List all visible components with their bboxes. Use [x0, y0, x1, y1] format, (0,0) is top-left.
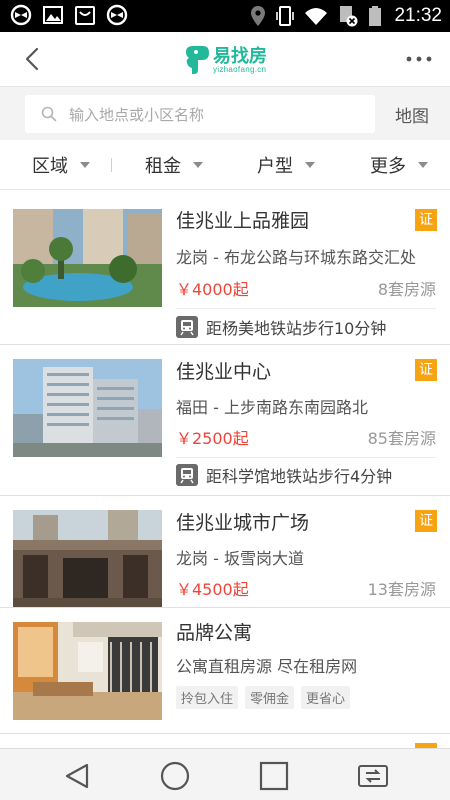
battery-icon — [369, 6, 382, 26]
vibrate-icon — [276, 6, 295, 26]
filter-area[interactable]: 区域 — [32, 152, 90, 178]
system-nav-bar — [0, 748, 450, 800]
dropdown-arrow-icon — [193, 162, 203, 168]
no-sim-icon — [340, 6, 358, 27]
status-bar-system: 21:32 — [250, 4, 442, 28]
promo-tag: 更省心 — [301, 686, 351, 709]
listing-price: ￥4000起 — [176, 280, 249, 299]
certified-badge: 证 — [415, 510, 437, 532]
listing-address: 福田 - 上步南路东南园路北 — [176, 398, 368, 417]
filter-bar: 区域 租金 户型 更多 — [0, 140, 450, 190]
filter-more[interactable]: 更多 — [370, 152, 428, 178]
back-button[interactable] — [18, 44, 48, 74]
logo-elephant-icon — [186, 46, 209, 74]
listing-address: 龙岗 - 布龙公路与环城东路交汇处 — [176, 248, 416, 267]
filter-separator — [111, 158, 112, 172]
listing-count: 13套房源 — [367, 580, 436, 599]
metro-train-icon — [176, 316, 198, 338]
listing-title: 佳兆业城市广场 — [176, 512, 310, 534]
metro-info: 距杨美地铁站步行10分钟 — [176, 315, 386, 339]
listing-title: 佳兆业中心 — [176, 361, 272, 383]
wifi-icon — [305, 8, 328, 25]
listing-card[interactable]: 佳兆业上品雅园 证 龙岗 - 布龙公路与环城东路交汇处 ￥4000起 8套房源 … — [0, 191, 450, 344]
search-icon — [41, 106, 57, 122]
filter-rent-label: 租金 — [145, 156, 181, 177]
app-header: 易找房 yizhaofang.cn — [0, 32, 450, 86]
metro-info: 距科学馆地铁站步行4分钟 — [176, 463, 392, 487]
promo-tag: 拎包入住 — [176, 686, 239, 709]
filter-layout-label: 户型 — [257, 156, 293, 177]
inner-divider — [176, 308, 436, 309]
sync-icon-2 — [106, 4, 128, 26]
listing-price: ￥4500起 — [176, 580, 249, 599]
shopping-bag-icon — [75, 6, 95, 25]
certified-badge: 证 — [415, 209, 437, 231]
filter-area-label: 区域 — [32, 156, 68, 177]
map-button[interactable]: 地图 — [395, 102, 429, 127]
promo-subtitle: 公寓直租房源 尽在租房网 — [176, 657, 358, 676]
image-icon — [43, 6, 63, 24]
status-bar-notifications — [10, 4, 128, 26]
dropdown-arrow-icon — [305, 162, 315, 168]
app-logo: 易找房 yizhaofang.cn — [183, 42, 273, 78]
certified-badge: 证 — [415, 359, 437, 381]
listing-title: 佳兆业上品雅园 — [176, 210, 310, 232]
card-divider — [0, 733, 450, 734]
promo-title: 品牌公寓 — [176, 622, 253, 644]
search-placeholder: 输入地点或小区名称 — [69, 106, 205, 124]
metro-text: 距杨美地铁站步行10分钟 — [206, 319, 387, 338]
nav-recents-icon[interactable] — [257, 759, 291, 793]
sync-icon — [10, 4, 32, 26]
inner-divider — [176, 457, 436, 458]
listing-photo — [13, 209, 162, 307]
status-bar: 21:32 — [0, 0, 450, 32]
listing-card[interactable]: 佳兆业中心 证 福田 - 上步南路东南园路北 ￥2500起 85套房源 距科学馆… — [0, 345, 450, 495]
listing-card[interactable]: 佳兆业城市广场 证 龙岗 - 坂雪岗大道 ￥4500起 13套房源 — [0, 496, 450, 608]
logo-subtext: yizhaofang.cn — [213, 65, 267, 74]
filter-more-label: 更多 — [370, 156, 406, 177]
dropdown-arrow-icon — [418, 162, 428, 168]
nav-home-icon[interactable] — [158, 759, 192, 793]
metro-train-icon — [176, 464, 198, 486]
filter-rent[interactable]: 租金 — [145, 152, 203, 178]
promo-tag: 零佣金 — [245, 686, 295, 709]
metro-text: 距科学馆地铁站步行4分钟 — [206, 467, 393, 486]
filter-layout[interactable]: 户型 — [257, 152, 315, 178]
listing-address: 龙岗 - 坂雪岗大道 — [176, 549, 304, 568]
listing-count: 8套房源 — [377, 280, 436, 299]
promo-card[interactable]: 品牌公寓 公寓直租房源 尽在租房网 拎包入住 零佣金 更省心 — [0, 608, 450, 733]
clock: 21:32 — [394, 5, 442, 26]
location-icon — [251, 6, 266, 26]
more-dots-icon[interactable] — [404, 48, 434, 70]
search-row: 输入地点或小区名称 地图 — [0, 86, 450, 140]
listing-photo — [13, 359, 162, 457]
dropdown-arrow-icon — [80, 162, 90, 168]
nav-back-icon[interactable] — [60, 759, 94, 793]
listing-price: ￥2500起 — [176, 429, 249, 448]
listing-photo — [13, 510, 162, 608]
listing-count: 85套房源 — [367, 429, 436, 448]
search-input[interactable]: 输入地点或小区名称 — [25, 95, 375, 133]
nav-switch-icon[interactable] — [356, 759, 390, 793]
promo-tags: 拎包入住 零佣金 更省心 — [176, 686, 357, 709]
apartment-photo — [13, 622, 162, 720]
